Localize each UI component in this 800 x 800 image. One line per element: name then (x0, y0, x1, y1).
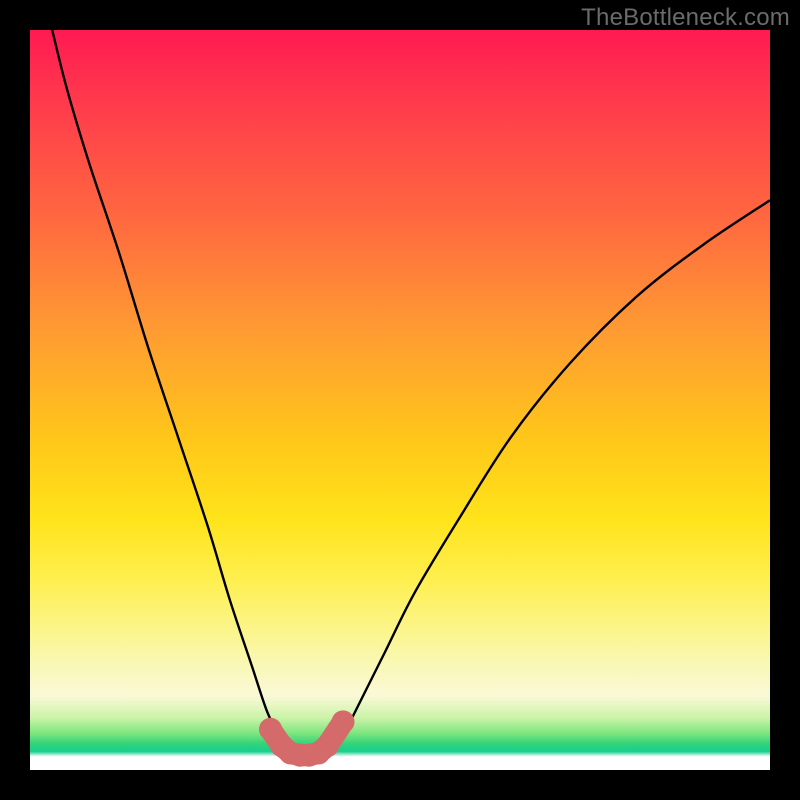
right-curve (326, 200, 770, 755)
chart-frame: TheBottleneck.com (0, 0, 800, 800)
valley-marker-dot (316, 734, 339, 757)
valley-marker-dot (332, 710, 355, 733)
watermark-text: TheBottleneck.com (581, 4, 790, 32)
left-curve (52, 30, 300, 755)
curve-layer (30, 30, 770, 770)
